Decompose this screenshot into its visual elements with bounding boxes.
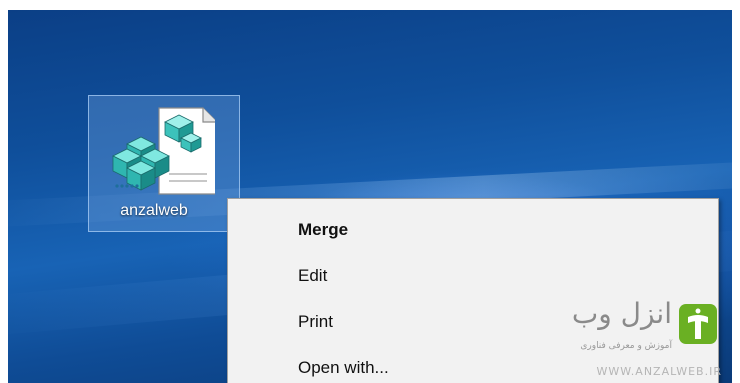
desktop[interactable]: anzalweb Merge Edit Print Open with... ا… — [8, 10, 732, 383]
anzalweb-logo-icon — [679, 304, 717, 344]
desktop-icon-label: anzalweb — [120, 202, 188, 219]
screen: anzalweb Merge Edit Print Open with... ا… — [0, 0, 740, 383]
registry-file-icon — [112, 107, 215, 195]
watermark-subtitle: آموزش و معرفی فناوری — [580, 341, 672, 351]
watermark-title: انزل وب — [571, 297, 672, 330]
watermark-url: WWW.ANZALWEB.IR — [596, 365, 722, 378]
menu-item-edit[interactable]: Edit — [230, 257, 716, 295]
watermark: انزل وب آموزش و معرفی فناوری WWW.ANZALWE… — [546, 291, 721, 383]
context-menu: Merge Edit Print Open with... انزل وب آم… — [227, 198, 721, 383]
desktop-icon-anzalweb[interactable]: anzalweb — [88, 95, 240, 232]
menu-item-merge[interactable]: Merge — [230, 211, 716, 249]
